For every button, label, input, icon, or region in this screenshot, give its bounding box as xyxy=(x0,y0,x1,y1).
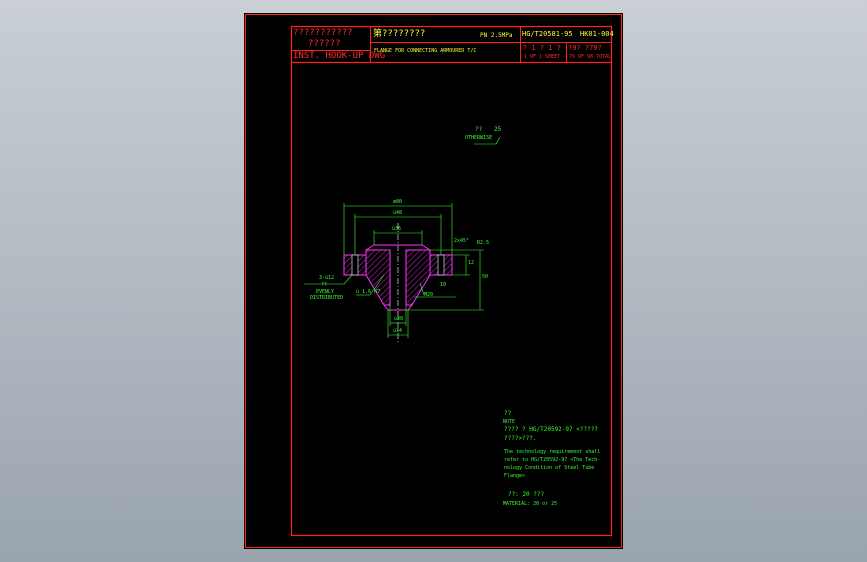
pressure-rating: PN 2.5MPa xyxy=(480,32,513,39)
note-title-cn: ?? xyxy=(504,410,512,417)
dim-holes-cn: ?? xyxy=(321,282,328,288)
part-title-cn: 第???????? xyxy=(373,29,426,39)
drawing-number: HK01-004 xyxy=(580,30,614,38)
dim-outer-diameter: ø80 xyxy=(393,199,403,205)
total-count-en: 79 OF 98 TOTAL xyxy=(569,54,612,60)
note-title-en: NOTE xyxy=(503,419,516,425)
dim-bolt-circle-note: ù 1.6 H7 xyxy=(356,289,381,295)
note-en-line3: nology Condition of Steel Tube xyxy=(504,465,595,471)
dim-hole-size: 3-ù12 xyxy=(319,275,335,281)
title-cn-line1: ??????????? xyxy=(293,28,353,38)
part-title-en: FLANGE FOR CONNECTING ARMOURED T/C xyxy=(374,48,477,54)
dim-chamfer: 2x45° xyxy=(454,238,470,244)
dim-height: 50 xyxy=(482,274,489,280)
dim-thread: M20 xyxy=(424,292,434,298)
material-cn: ??: 20 ??? xyxy=(508,491,545,498)
note-en-line1: The technology requirement shall xyxy=(504,449,601,455)
dim-hub-diameter: ù36 xyxy=(392,226,402,232)
standard-number: HG/T20581-95 xyxy=(522,30,573,38)
dim-bolt-circle: ù48 xyxy=(393,210,403,216)
material-en: MATERIAL: 20 or 25 xyxy=(503,501,558,507)
title-cn-line2: ?????? xyxy=(308,39,341,49)
dim-bore-top: ù40 xyxy=(394,316,404,322)
dim-small: 10 xyxy=(440,282,447,288)
sheet-count-cn: ? 1 ? 1 ? xyxy=(523,44,561,52)
surface-value: 25 xyxy=(494,126,502,133)
dim-bore-bottom: ù34 xyxy=(393,328,403,334)
sheet-count-en: 1 OF 1 SHEET xyxy=(524,54,561,60)
drawing-sheet: ??????????? ?????? INST. HOOK-UP DWG 第??… xyxy=(244,13,623,549)
note-cn-line1: ???? ? HG/T20592-97 <????? xyxy=(504,426,598,433)
surface-symbol: ?? xyxy=(475,126,483,133)
note-en-line4: Flange> xyxy=(504,473,526,479)
note-en-line2: refer to HG/T20592-97 <The Tech- xyxy=(504,457,601,463)
dim-thickness: 12 xyxy=(468,260,475,266)
dim-holes-en2: DISTRIBUTED xyxy=(310,295,344,301)
total-count-cn: ?9? ?79? xyxy=(568,44,602,52)
note-cn-line2: ????>???. xyxy=(504,435,537,442)
dim-radius: R2.5 xyxy=(477,240,490,246)
surface-note: OTHERWISE xyxy=(465,135,493,141)
title-en: INST. HOOK-UP DWG xyxy=(293,51,386,61)
